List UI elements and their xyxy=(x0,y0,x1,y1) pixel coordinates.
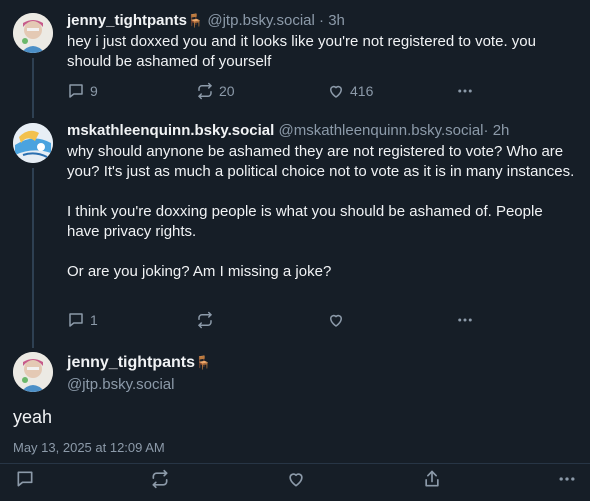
repost-arrows-icon xyxy=(198,82,212,100)
repost-button[interactable] xyxy=(196,311,219,329)
display-name[interactable]: jenny_tightpants xyxy=(67,354,195,371)
reply-button[interactable] xyxy=(15,469,35,494)
handle[interactable]: @mskathleenquinn.bsky.social xyxy=(278,122,483,139)
chair-emoji: 🪑 xyxy=(187,13,204,28)
more-button[interactable] xyxy=(456,311,474,329)
more-button[interactable] xyxy=(456,82,474,100)
post-actions: 9 20 416 xyxy=(67,82,590,102)
reply-count: 1 xyxy=(90,312,98,328)
repost-count: 20 xyxy=(219,83,235,99)
post-time[interactable]: 3h xyxy=(328,12,345,29)
repost-button[interactable]: 20 xyxy=(196,82,235,100)
avatar[interactable] xyxy=(13,352,53,392)
reply-button[interactable]: 9 xyxy=(67,82,98,100)
display-name[interactable]: jenny_tightpants xyxy=(67,12,187,29)
repost-arrows-icon xyxy=(198,311,212,329)
post-actions: 1 xyxy=(67,311,590,331)
reply-count: 9 xyxy=(90,83,98,99)
post-paragraph: hey i just doxxed you and it looks like … xyxy=(67,33,536,70)
post-header: jenny_tightpants🪑 @jtp.bsky.social · 3h xyxy=(67,11,578,31)
handle[interactable]: @jtp.bsky.social xyxy=(207,12,314,29)
reply-bubble-icon xyxy=(69,313,83,327)
heart-icon xyxy=(289,473,303,487)
share-button[interactable] xyxy=(422,469,442,494)
post-text: why should anynone be ashamed they are n… xyxy=(67,142,578,282)
chair-emoji: 🪑 xyxy=(195,355,212,370)
repost-arrows-icon xyxy=(152,469,168,489)
share-icon xyxy=(425,470,439,487)
repost-button[interactable] xyxy=(150,469,170,494)
thread-line xyxy=(32,58,34,118)
more-button[interactable] xyxy=(557,469,577,494)
main-post-header: jenny_tightpants🪑 @jtp.bsky.social xyxy=(67,352,211,395)
post-paragraph: Or are you joking? Am I missing a joke? xyxy=(67,263,332,280)
post-time[interactable]: 2h xyxy=(493,122,510,139)
post-text: hey i just doxxed you and it looks like … xyxy=(67,32,578,72)
main-post-text: yeah xyxy=(13,407,53,427)
more-dots-icon xyxy=(458,89,472,93)
separator-dot: · xyxy=(319,12,325,29)
like-button[interactable]: 416 xyxy=(327,82,373,100)
like-button[interactable] xyxy=(286,469,306,494)
avatar[interactable] xyxy=(13,13,53,53)
display-name[interactable]: mskathleenquinn.bsky.social xyxy=(67,122,274,139)
handle[interactable]: @jtp.bsky.social xyxy=(67,375,211,395)
divider xyxy=(0,463,590,464)
post-1: jenny_tightpants🪑 @jtp.bsky.social · 3h … xyxy=(67,11,578,72)
post-paragraph: why should anynone be ashamed they are n… xyxy=(67,143,575,180)
thread-line xyxy=(32,168,34,348)
post-header: mskathleenquinn.bsky.social @mskathleenq… xyxy=(67,121,578,141)
post-date[interactable]: May 13, 2025 at 12:09 AM xyxy=(13,440,165,455)
like-button[interactable] xyxy=(327,311,350,329)
more-dots-icon xyxy=(559,477,575,481)
heart-icon xyxy=(330,85,342,98)
post-paragraph: I think you're doxxing people is what yo… xyxy=(67,203,543,240)
more-dots-icon xyxy=(458,318,472,322)
avatar[interactable] xyxy=(13,123,53,163)
reply-bubble-icon xyxy=(17,471,33,487)
separator-dot: · xyxy=(483,122,489,139)
post-2: mskathleenquinn.bsky.social @mskathleenq… xyxy=(67,121,578,282)
reply-button[interactable]: 1 xyxy=(67,311,98,329)
heart-icon xyxy=(330,314,342,327)
reply-bubble-icon xyxy=(69,84,83,98)
like-count: 416 xyxy=(350,83,374,99)
